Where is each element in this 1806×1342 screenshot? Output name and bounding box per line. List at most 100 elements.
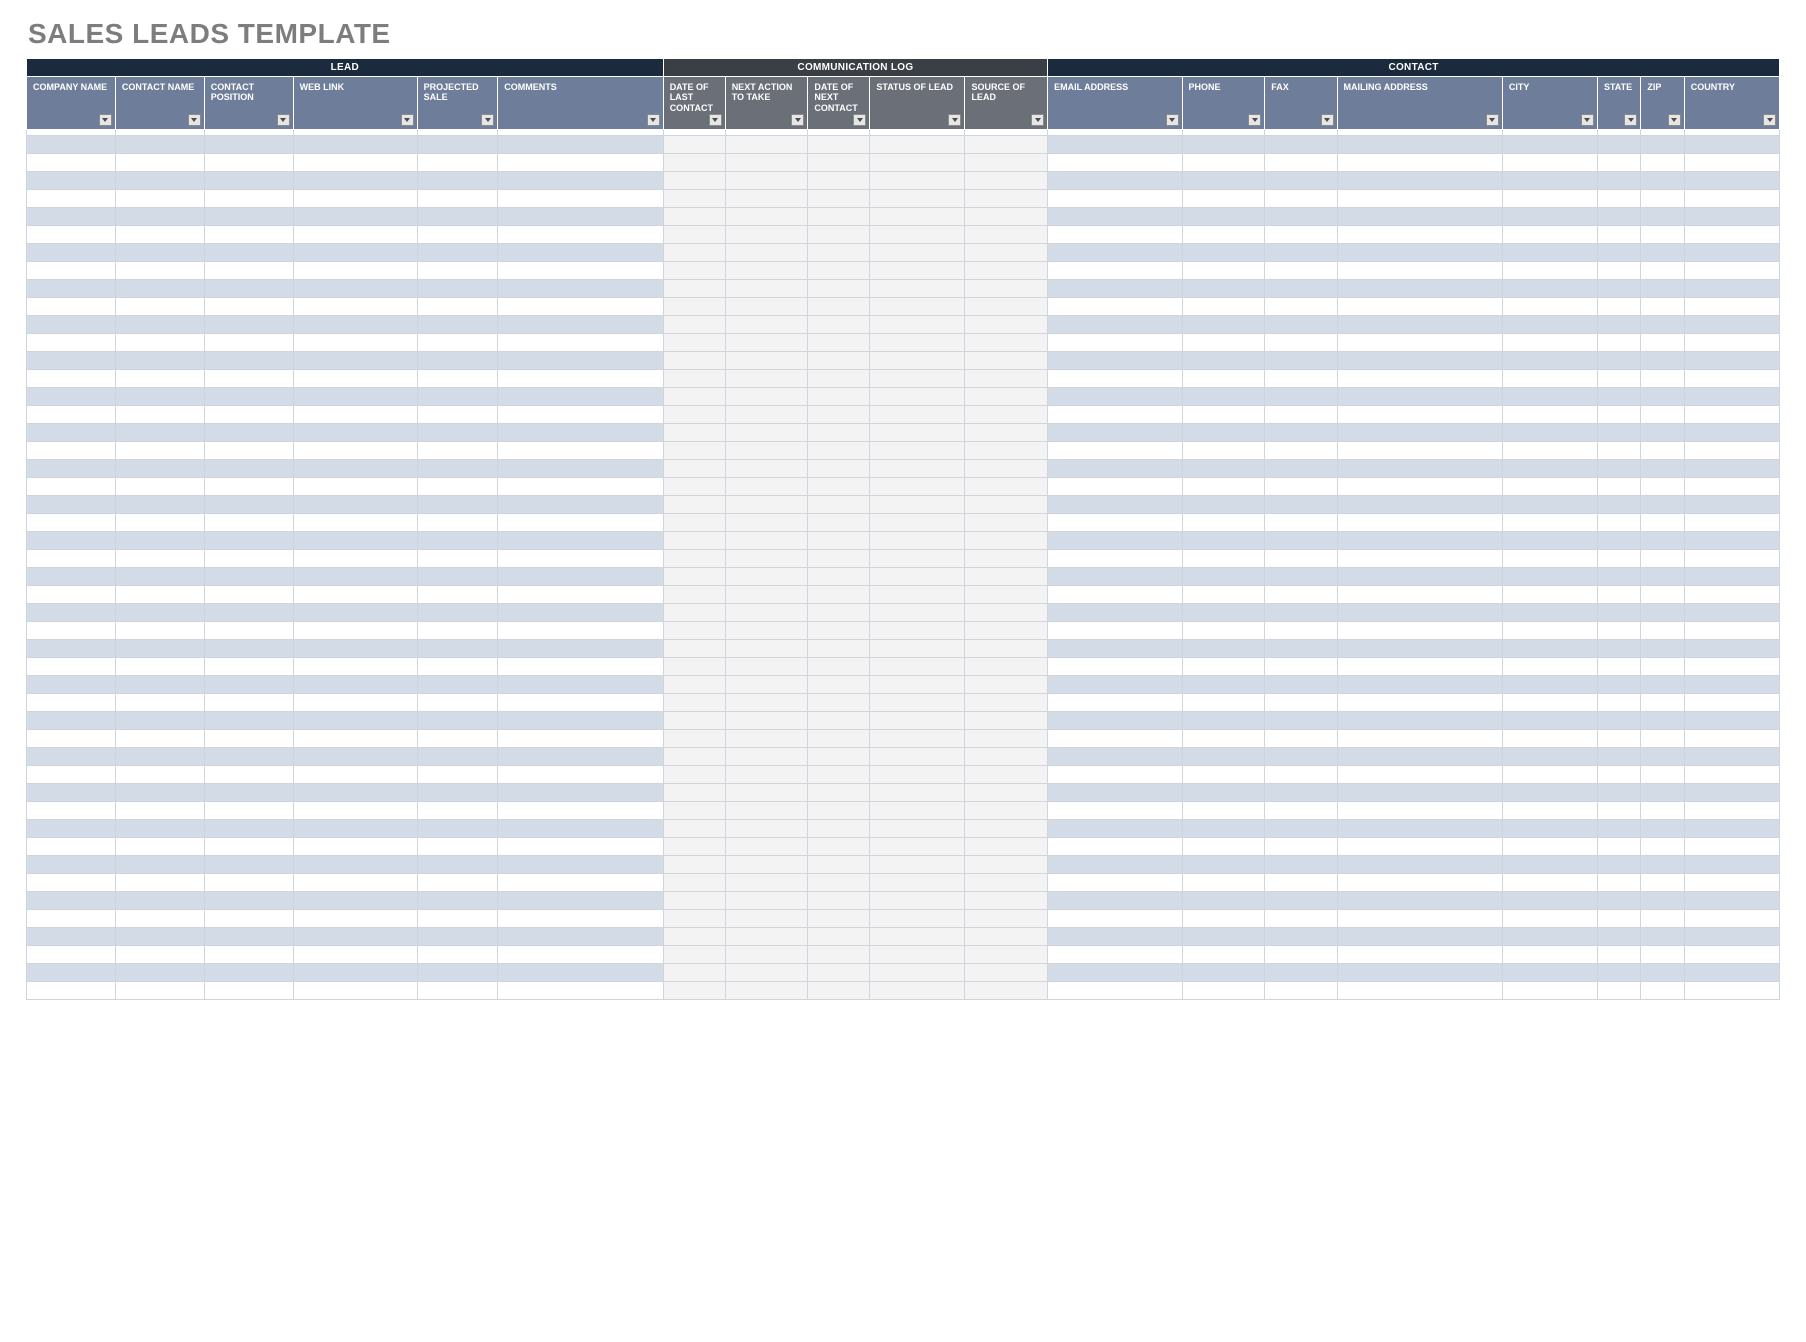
cell-date_last[interactable] xyxy=(663,262,725,280)
cell-mailing[interactable] xyxy=(1337,424,1502,442)
cell-next_action[interactable] xyxy=(725,586,808,604)
cell-city[interactable] xyxy=(1502,550,1597,568)
cell-contact_position[interactable] xyxy=(204,784,293,802)
cell-web_link[interactable] xyxy=(293,622,417,640)
cell-source[interactable] xyxy=(965,190,1048,208)
cell-zip[interactable] xyxy=(1641,730,1684,748)
cell-city[interactable] xyxy=(1502,172,1597,190)
cell-contact_name[interactable] xyxy=(115,208,204,226)
cell-country[interactable] xyxy=(1684,154,1779,172)
cell-web_link[interactable] xyxy=(293,226,417,244)
cell-web_link[interactable] xyxy=(293,496,417,514)
cell-date_last[interactable] xyxy=(663,658,725,676)
cell-contact_position[interactable] xyxy=(204,982,293,1000)
cell-contact_position[interactable] xyxy=(204,838,293,856)
cell-source[interactable] xyxy=(965,766,1048,784)
cell-web_link[interactable] xyxy=(293,694,417,712)
cell-email[interactable] xyxy=(1048,352,1182,370)
cell-projected_sale[interactable] xyxy=(417,424,498,442)
cell-country[interactable] xyxy=(1684,658,1779,676)
cell-date_last[interactable] xyxy=(663,784,725,802)
cell-next_action[interactable] xyxy=(725,298,808,316)
cell-comments[interactable] xyxy=(498,874,663,892)
cell-projected_sale[interactable] xyxy=(417,280,498,298)
cell-fax[interactable] xyxy=(1265,208,1337,226)
cell-date_next[interactable] xyxy=(808,388,870,406)
cell-projected_sale[interactable] xyxy=(417,982,498,1000)
cell-contact_name[interactable] xyxy=(115,910,204,928)
cell-phone[interactable] xyxy=(1182,514,1265,532)
cell-fax[interactable] xyxy=(1265,838,1337,856)
column-header-next_action[interactable]: NEXT ACTION TO TAKE xyxy=(725,77,808,130)
cell-zip[interactable] xyxy=(1641,298,1684,316)
cell-fax[interactable] xyxy=(1265,712,1337,730)
cell-city[interactable] xyxy=(1502,496,1597,514)
cell-source[interactable] xyxy=(965,496,1048,514)
cell-contact_name[interactable] xyxy=(115,514,204,532)
cell-country[interactable] xyxy=(1684,856,1779,874)
cell-comments[interactable] xyxy=(498,856,663,874)
cell-contact_name[interactable] xyxy=(115,964,204,982)
cell-country[interactable] xyxy=(1684,424,1779,442)
cell-contact_position[interactable] xyxy=(204,964,293,982)
cell-contact_name[interactable] xyxy=(115,172,204,190)
cell-phone[interactable] xyxy=(1182,802,1265,820)
cell-contact_position[interactable] xyxy=(204,280,293,298)
cell-date_next[interactable] xyxy=(808,586,870,604)
cell-country[interactable] xyxy=(1684,334,1779,352)
cell-email[interactable] xyxy=(1048,244,1182,262)
cell-email[interactable] xyxy=(1048,712,1182,730)
cell-contact_position[interactable] xyxy=(204,910,293,928)
column-header-date_last[interactable]: DATE OF LAST CONTACT xyxy=(663,77,725,130)
cell-mailing[interactable] xyxy=(1337,748,1502,766)
cell-company_name[interactable] xyxy=(27,154,116,172)
cell-phone[interactable] xyxy=(1182,424,1265,442)
cell-date_next[interactable] xyxy=(808,280,870,298)
cell-contact_name[interactable] xyxy=(115,802,204,820)
cell-city[interactable] xyxy=(1502,532,1597,550)
cell-contact_name[interactable] xyxy=(115,892,204,910)
cell-state[interactable] xyxy=(1597,874,1640,892)
cell-status[interactable] xyxy=(870,838,965,856)
cell-source[interactable] xyxy=(965,856,1048,874)
cell-city[interactable] xyxy=(1502,280,1597,298)
cell-company_name[interactable] xyxy=(27,262,116,280)
cell-mailing[interactable] xyxy=(1337,172,1502,190)
cell-comments[interactable] xyxy=(498,154,663,172)
cell-date_last[interactable] xyxy=(663,712,725,730)
cell-mailing[interactable] xyxy=(1337,334,1502,352)
cell-source[interactable] xyxy=(965,442,1048,460)
cell-next_action[interactable] xyxy=(725,982,808,1000)
cell-date_next[interactable] xyxy=(808,820,870,838)
cell-zip[interactable] xyxy=(1641,946,1684,964)
cell-country[interactable] xyxy=(1684,370,1779,388)
cell-web_link[interactable] xyxy=(293,154,417,172)
cell-web_link[interactable] xyxy=(293,892,417,910)
cell-country[interactable] xyxy=(1684,766,1779,784)
cell-city[interactable] xyxy=(1502,928,1597,946)
cell-email[interactable] xyxy=(1048,676,1182,694)
cell-status[interactable] xyxy=(870,316,965,334)
cell-fax[interactable] xyxy=(1265,244,1337,262)
cell-country[interactable] xyxy=(1684,514,1779,532)
cell-phone[interactable] xyxy=(1182,370,1265,388)
cell-fax[interactable] xyxy=(1265,478,1337,496)
cell-phone[interactable] xyxy=(1182,244,1265,262)
cell-fax[interactable] xyxy=(1265,982,1337,1000)
cell-state[interactable] xyxy=(1597,370,1640,388)
cell-status[interactable] xyxy=(870,766,965,784)
cell-projected_sale[interactable] xyxy=(417,334,498,352)
cell-zip[interactable] xyxy=(1641,694,1684,712)
cell-fax[interactable] xyxy=(1265,802,1337,820)
cell-city[interactable] xyxy=(1502,334,1597,352)
cell-phone[interactable] xyxy=(1182,262,1265,280)
cell-contact_position[interactable] xyxy=(204,226,293,244)
cell-fax[interactable] xyxy=(1265,352,1337,370)
cell-contact_name[interactable] xyxy=(115,280,204,298)
cell-next_action[interactable] xyxy=(725,730,808,748)
cell-country[interactable] xyxy=(1684,748,1779,766)
cell-email[interactable] xyxy=(1048,226,1182,244)
cell-projected_sale[interactable] xyxy=(417,676,498,694)
cell-date_next[interactable] xyxy=(808,406,870,424)
cell-contact_position[interactable] xyxy=(204,820,293,838)
